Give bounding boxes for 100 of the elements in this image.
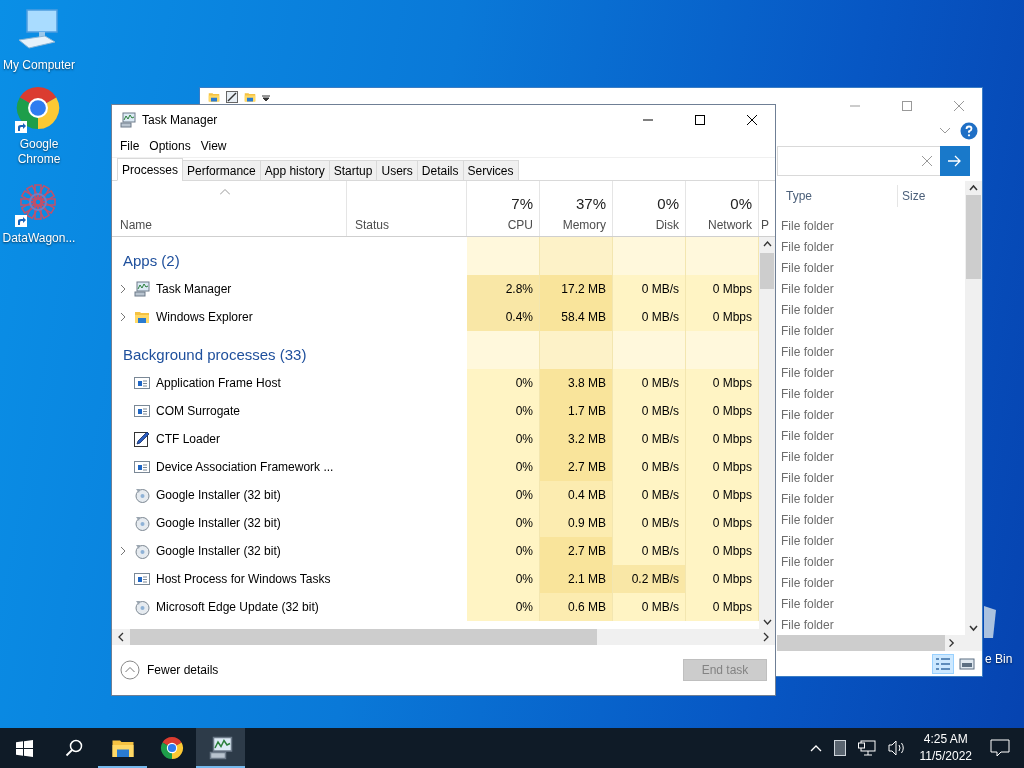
process-row[interactable]: COM Surrogate 0% 1.7 MB 0 MB/s 0 Mbps (112, 397, 759, 425)
table-cell: File folder (781, 470, 834, 485)
table-cell: File folder (781, 302, 834, 317)
table-cell: 0 MB/s (613, 593, 686, 621)
table-cell: 0% (467, 509, 540, 537)
process-row[interactable]: Microsoft Edge Update (32 bit) 0% 0.6 MB 0 MB/s 0 Mbps (112, 593, 759, 621)
process-row[interactable]: Google Installer (32 bit) 0% 0.4 MB 0 MB/s 0 Mbps (112, 481, 759, 509)
menu-item[interactable]: View (195, 137, 232, 155)
group-header: Background processes (33) (122, 346, 308, 365)
table-cell: 0% (467, 593, 540, 621)
column-header[interactable]: Type (782, 185, 897, 207)
process-row[interactable]: Device Association Framework ... 0% 2.7 MB 0 MB/s 0 Mbps (112, 453, 759, 481)
tab[interactable]: Details (416, 160, 464, 181)
table-cell: File folder (781, 449, 834, 464)
close-icon (922, 156, 932, 166)
table-cell: 0.9 MB (540, 509, 613, 537)
column-header[interactable]: Disk (655, 218, 679, 232)
search-field[interactable] (777, 146, 940, 176)
table-cell: 2.1 MB (540, 565, 613, 593)
disc-icon (134, 515, 150, 531)
usage-percent: 0% (730, 195, 752, 212)
table-cell: File folder (781, 239, 834, 254)
clock-time[interactable]: 4:25 AM (923, 731, 968, 748)
scrollbar[interactable] (965, 181, 982, 635)
speaker-icon (887, 740, 906, 756)
process-name: Host Process for Windows Tasks (156, 572, 331, 586)
tab[interactable]: Processes (117, 158, 184, 181)
table-cell: File folder (781, 386, 834, 401)
go-button[interactable] (940, 146, 970, 176)
scrollbar-thumb[interactable] (760, 253, 774, 289)
column-header[interactable]: Memory (562, 218, 606, 232)
table-cell: 0 MB/s (613, 425, 686, 453)
taskbar-button[interactable] (196, 728, 245, 768)
column-header[interactable]: Network (708, 218, 752, 232)
help-icon[interactable] (960, 122, 978, 140)
process-row[interactable]: CTF Loader 0% 3.2 MB 0 MB/s 0 Mbps (112, 425, 759, 453)
icon-label: e Bin (985, 652, 1013, 666)
process-name: Task Manager (156, 282, 232, 296)
menu-item[interactable]: Options (144, 137, 196, 155)
process-row[interactable]: Google Installer (32 bit) 0% 2.7 MB 0 MB/s 0 Mbps (112, 537, 759, 565)
icon-label: My Computer (2, 58, 76, 73)
scrollbar[interactable] (777, 635, 982, 651)
scrollbar-thumb[interactable] (777, 635, 946, 651)
window-icon (134, 459, 150, 475)
table-cell: File folder (781, 323, 834, 338)
table-cell: File folder (781, 596, 834, 611)
windows-logo-icon (16, 739, 33, 757)
tab[interactable]: Services (462, 160, 519, 181)
chevron-down-icon[interactable] (940, 128, 950, 134)
column-header[interactable]: Name (120, 218, 152, 232)
clock-date[interactable]: 11/5/2022 (919, 748, 972, 765)
column-header[interactable]: CPU (507, 218, 533, 232)
table-cell: 0.4% (467, 303, 540, 331)
tab[interactable]: Startup (328, 160, 378, 181)
table-cell: 0 MB/s (613, 303, 686, 331)
expand-chevron-icon[interactable] (120, 284, 126, 294)
table-cell: 0 Mbps (686, 397, 759, 425)
chevron-up-circle-icon (120, 660, 140, 680)
speech-bubble-icon (990, 739, 1010, 757)
monitor-chart-icon (120, 112, 136, 128)
desktop-icon[interactable]: My Computer (0, 6, 78, 73)
table-cell: 0 MB/s (613, 275, 686, 303)
table-cell: File folder (781, 491, 834, 506)
table-cell: 0 MB/s (613, 481, 686, 509)
window-icon (134, 571, 150, 587)
process-row[interactable]: Task Manager 2.8% 17.2 MB 0 MB/s 0 Mbps (112, 275, 759, 303)
table-cell: 0 Mbps (686, 425, 759, 453)
process-row[interactable]: Google Installer (32 bit) 0% 0.9 MB 0 MB/s 0 Mbps (112, 509, 759, 537)
process-name: Google Installer (32 bit) (156, 488, 281, 502)
properties-icon (226, 91, 238, 103)
table-cell: 0 MB/s (613, 453, 686, 481)
scrollbar-thumb[interactable] (130, 629, 597, 645)
expand-chevron-icon[interactable] (120, 546, 126, 556)
column-header[interactable]: Status (355, 218, 390, 232)
pen-icon (134, 431, 150, 447)
scrollbar[interactable] (759, 237, 775, 629)
desktop-icon[interactable]: DataWagon... (0, 179, 78, 246)
group-header: Apps (2) (122, 252, 181, 271)
table-cell: File folder (781, 281, 834, 296)
tab[interactable]: App history (259, 160, 330, 181)
expand-chevron-icon[interactable] (120, 312, 126, 322)
scrollbar-thumb[interactable] (966, 195, 981, 279)
desktop-icon[interactable]: Google Chrome (0, 85, 78, 167)
table-cell: File folder (781, 407, 834, 422)
table-cell: File folder (781, 428, 834, 443)
menu-item[interactable]: File (115, 137, 145, 155)
process-row[interactable]: Application Frame Host 0% 3.8 MB 0 MB/s 0 Mbps (112, 369, 759, 397)
process-name: Microsoft Edge Update (32 bit) (156, 600, 319, 614)
process-row[interactable]: Windows Explorer 0.4% 58.4 MB 0 MB/s 0 Mbps (112, 303, 759, 331)
scrollbar[interactable] (112, 629, 775, 645)
disc-icon (134, 599, 150, 615)
column-header[interactable]: P (761, 218, 769, 232)
tab[interactable]: Users (376, 160, 418, 181)
close-icon (954, 101, 964, 111)
tab[interactable]: Performance (182, 160, 261, 181)
fewer-details-button[interactable]: Fewer details (120, 660, 219, 680)
table-cell: 0.6 MB (540, 593, 613, 621)
process-row[interactable]: Host Process for Windows Tasks 0% 2.1 MB 0.2 MB/s 0 Mbps (112, 565, 759, 593)
table-cell: 3.2 MB (540, 425, 613, 453)
details-view-button[interactable] (932, 653, 954, 674)
